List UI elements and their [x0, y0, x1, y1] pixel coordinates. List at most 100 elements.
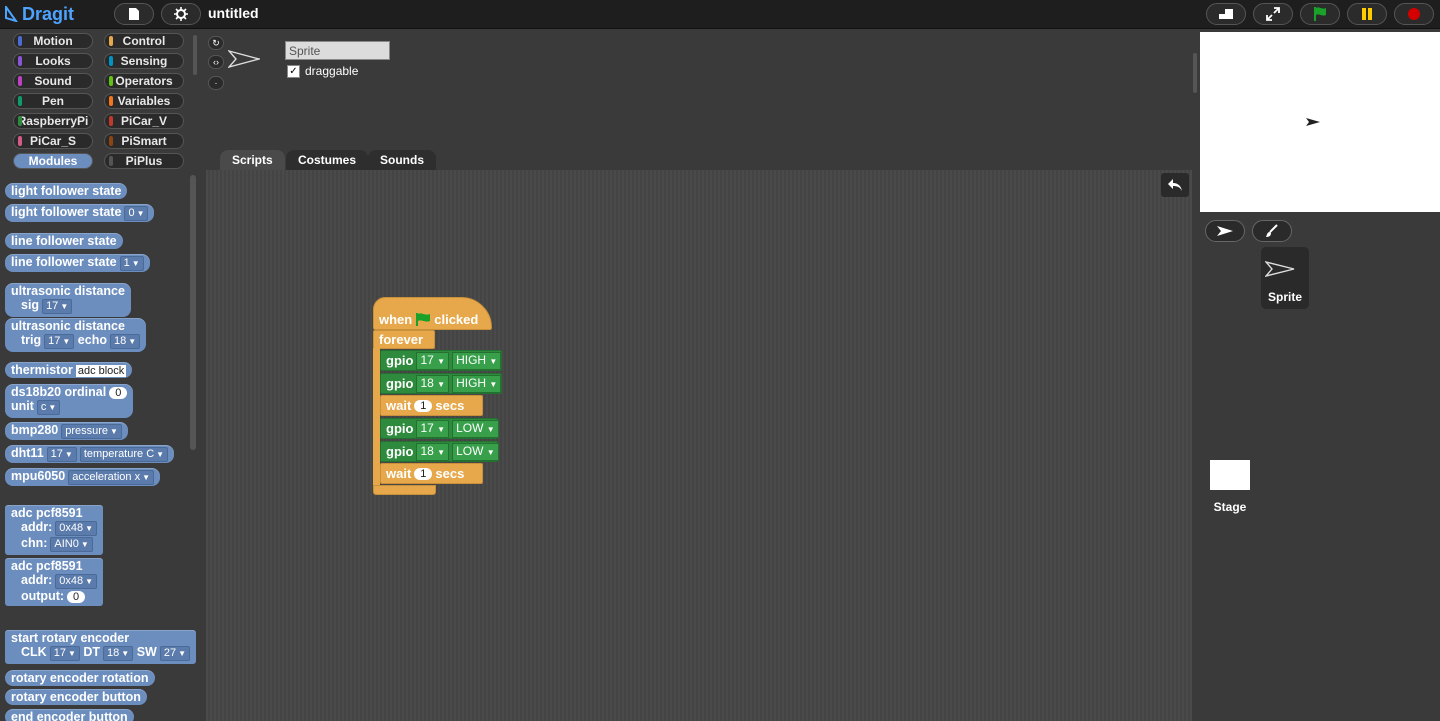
pin-dropdown[interactable]: 17 ▼ — [416, 419, 450, 438]
dropdown-slot[interactable]: 0 ▼ — [124, 206, 149, 221]
when-flag-clicked-block[interactable]: when clicked — [373, 297, 492, 330]
number-slot[interactable]: 1 — [414, 467, 433, 480]
category-sensing[interactable]: Sensing — [104, 53, 184, 69]
block-line-follower-state-n[interactable]: line follower state 1 ▼ — [5, 254, 150, 272]
palette-scrollbar[interactable] — [190, 175, 196, 450]
header-scrollbar[interactable] — [1193, 53, 1197, 93]
forever-block[interactable]: forever — [373, 330, 435, 349]
dropdown-slot[interactable]: AIN0 ▼ — [50, 537, 93, 552]
dropdown-slot[interactable]: 0x48 ▼ — [55, 574, 98, 589]
paintbrush-icon — [1266, 224, 1278, 237]
dropdown-slot[interactable]: 17 ▼ — [44, 334, 75, 349]
fullscreen-button[interactable] — [1253, 3, 1293, 25]
number-slot[interactable]: 1 — [414, 399, 433, 412]
gear-icon — [174, 7, 188, 21]
block-rotary-encoder-button[interactable]: rotary encoder button — [5, 689, 147, 705]
stage-thumbnail[interactable] — [1210, 460, 1250, 490]
block-bmp280[interactable]: bmp280 pressure ▼ — [5, 422, 128, 440]
dropdown-slot[interactable]: 1 ▼ — [119, 256, 144, 271]
pin-dropdown[interactable]: 18 ▼ — [416, 374, 450, 393]
undo-button[interactable] — [1161, 173, 1189, 197]
dropdown-slot[interactable]: 17 ▼ — [46, 447, 77, 462]
dropdown-slot[interactable]: c ▼ — [36, 400, 61, 415]
block-start-rotary-encoder[interactable]: start rotary encoder CLK 17 ▼ DT 18 ▼ SW 27 ▼ — [5, 630, 196, 664]
draggable-checkbox[interactable]: ✓ draggable — [287, 64, 358, 78]
dropdown-slot[interactable]: 0x48 ▼ — [55, 521, 98, 536]
category-picar-v[interactable]: PiCar_V — [104, 113, 184, 129]
paint-new-sprite-button[interactable] — [1252, 220, 1292, 242]
category-sound[interactable]: Sound — [13, 73, 93, 89]
block-light-follower-state[interactable]: light follower state — [5, 183, 128, 199]
category-pismart[interactable]: PiSmart — [104, 133, 184, 149]
dropdown-slot[interactable]: 18 ▼ — [103, 646, 134, 661]
text-slot[interactable]: adc block — [75, 365, 127, 377]
tab-costumes[interactable]: Costumes — [286, 150, 369, 170]
green-flag-button[interactable] — [1300, 3, 1340, 25]
rotation-style-flip-button[interactable]: ‹› — [208, 55, 224, 69]
block-light-follower-state-n[interactable]: light follower state 0 ▼ — [5, 204, 155, 222]
number-slot[interactable]: 0 — [109, 387, 128, 399]
wait-block[interactable]: wait 1 secs — [380, 463, 483, 484]
category-control[interactable]: Control — [104, 33, 184, 49]
number-slot[interactable]: 0 — [67, 591, 86, 603]
category-pen[interactable]: Pen — [13, 93, 93, 109]
block-line-follower-state[interactable]: line follower state — [5, 233, 123, 249]
block-label: chn: — [21, 536, 48, 550]
category-scrollbar[interactable] — [193, 35, 197, 75]
category-piplus[interactable]: PiPlus — [104, 153, 184, 169]
script-area[interactable] — [206, 170, 1192, 721]
block-adc-pcf8591-chn[interactable]: adc pcf8591 addr: 0x48 ▼ chn: AIN0 ▼ — [5, 505, 104, 555]
block-ultrasonic-trig-echo[interactable]: ultrasonic distance trig 17 ▼ echo 18 ▼ — [5, 318, 147, 352]
block-end-encoder-button[interactable]: end encoder button — [5, 709, 134, 721]
level-dropdown[interactable]: LOW ▼ — [452, 442, 499, 461]
settings-button[interactable] — [161, 3, 201, 25]
block-adc-pcf8591-output[interactable]: adc pcf8591 addr: 0x48 ▼ output: 0 — [5, 558, 104, 606]
dropdown-slot[interactable]: temperature C ▼ — [79, 447, 169, 462]
gpio-block[interactable]: gpio 17 ▼ LOW ▼ — [380, 418, 499, 439]
rotation-style-rotate-button[interactable]: ↻ — [208, 36, 224, 50]
category-modules[interactable]: Modules — [13, 153, 93, 169]
dropdown-slot[interactable]: pressure ▼ — [61, 424, 122, 439]
category-variables[interactable]: Variables — [104, 93, 184, 109]
dropdown-slot[interactable]: acceleration x ▼ — [68, 470, 154, 485]
category-looks[interactable]: Looks — [13, 53, 93, 69]
sprite-name-input[interactable]: Sprite — [285, 41, 390, 60]
stop-button[interactable] — [1394, 3, 1434, 25]
category-label: Operators — [115, 74, 173, 88]
block-ultrasonic-sig[interactable]: ultrasonic distance sig 17 ▼ — [5, 283, 131, 317]
gpio-block[interactable]: gpio 18 ▼ LOW ▼ — [380, 441, 499, 462]
block-ds18b20[interactable]: ds18b20 ordinal 0 unit c ▼ — [5, 384, 134, 418]
slot-value: pressure — [65, 425, 109, 437]
block-mpu6050[interactable]: mpu6050 acceleration x ▼ — [5, 468, 160, 486]
logo[interactable]: Dragit — [4, 3, 110, 25]
green-flag-icon — [1314, 7, 1326, 21]
add-turtle-sprite-button[interactable] — [1205, 220, 1245, 242]
level-dropdown[interactable]: LOW ▼ — [452, 419, 499, 438]
level-dropdown[interactable]: HIGH ▼ — [452, 374, 502, 393]
category-motion[interactable]: Motion — [13, 33, 93, 49]
block-thermistor[interactable]: thermistor adc block — [5, 362, 133, 378]
dropdown-slot[interactable]: 17 ▼ — [42, 299, 73, 314]
tab-scripts[interactable]: Scripts — [220, 150, 285, 170]
dropdown-slot[interactable]: 18 ▼ — [109, 334, 141, 349]
block-rotary-encoder-rotation[interactable]: rotary encoder rotation — [5, 670, 155, 686]
category-raspberrypi[interactable]: RaspberryPi — [13, 113, 93, 129]
dropdown-slot[interactable]: 17 ▼ — [49, 646, 80, 661]
wait-block[interactable]: wait 1 secs — [380, 395, 483, 416]
gpio-block[interactable]: gpio 18 ▼ HIGH ▼ — [380, 373, 502, 394]
category-color-dot — [18, 76, 22, 86]
dropdown-slot[interactable]: 27 ▼ — [159, 646, 190, 661]
tab-sounds[interactable]: Sounds — [368, 150, 436, 170]
level-dropdown[interactable]: HIGH ▼ — [452, 351, 502, 370]
pin-dropdown[interactable]: 17 ▼ — [416, 351, 450, 370]
rotation-style-none-button[interactable]: · — [208, 76, 224, 90]
sprite-arrow-icon[interactable] — [1305, 116, 1321, 130]
category-picar-s[interactable]: PiCar_S — [13, 133, 93, 149]
block-dht11[interactable]: dht11 17 ▼ temperature C ▼ — [5, 445, 175, 463]
pin-dropdown[interactable]: 18 ▼ — [416, 442, 450, 461]
category-operators[interactable]: Operators — [104, 73, 184, 89]
pause-button[interactable] — [1347, 3, 1387, 25]
gpio-block[interactable]: gpio 17 ▼ HIGH ▼ — [380, 350, 502, 371]
file-button[interactable] — [114, 3, 154, 25]
stage-size-button[interactable] — [1206, 3, 1246, 25]
